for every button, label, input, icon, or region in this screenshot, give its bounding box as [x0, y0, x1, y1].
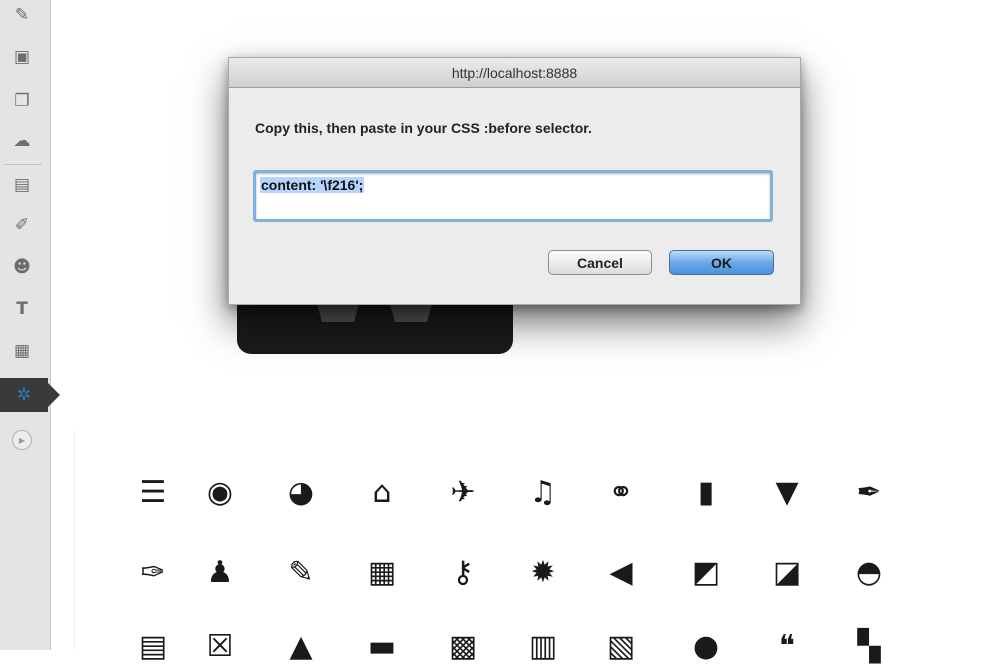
groups-icon[interactable]: ▚: [846, 626, 892, 668]
key-icon[interactable]: ⚷: [440, 552, 486, 594]
comment-icon[interactable]: ▼: [764, 472, 810, 514]
gear-icon[interactable]: ✹: [520, 552, 566, 594]
dashicon-grid: ☰ ◉ ◕ ⌂ ✈ ♫ ⚭ ▮ ▼ ✒ ✑ ♟ ✎ ▦ ⚷ ✹ ◀ ◩ ◪ ◓ ▤ ☒ ▲ ▬ ▩ ▥ ▧ ● ❝ ▚: [0, 0, 995, 662]
menu-icon[interactable]: ☰: [130, 472, 176, 514]
home-icon[interactable]: ⌂: [359, 472, 405, 514]
education-icon[interactable]: ▲: [278, 626, 324, 668]
chat-icon[interactable]: ●: [683, 626, 729, 668]
pin-icon[interactable]: ✈: [440, 472, 486, 514]
globe-icon[interactable]: ◉: [197, 472, 243, 514]
back-arrow-icon[interactable]: ◀: [598, 552, 644, 594]
dashboard-icon[interactable]: ◕: [278, 472, 324, 514]
link-icon[interactable]: ⚭: [598, 472, 644, 514]
table-icon[interactable]: ▤: [130, 626, 176, 668]
text-page-icon[interactable]: ▬: [359, 626, 405, 668]
visibility-icon[interactable]: ◓: [846, 552, 892, 594]
media-music-icon[interactable]: ♫: [520, 472, 566, 514]
image-icon[interactable]: ▩: [440, 626, 486, 668]
wrench-icon[interactable]: ✎: [278, 552, 324, 594]
plugin-icon[interactable]: ✑: [130, 552, 176, 594]
new-page-icon[interactable]: ◪: [764, 552, 810, 594]
user-icon[interactable]: ♟: [197, 552, 243, 594]
pages-icon[interactable]: ▮: [683, 472, 729, 514]
video-icon[interactable]: ▧: [598, 626, 644, 668]
quote-icon[interactable]: ❝: [764, 626, 810, 668]
brush-icon[interactable]: ✒: [846, 472, 892, 514]
dismiss-icon[interactable]: ☒: [197, 626, 243, 668]
settings-sliders-icon[interactable]: ▦: [359, 552, 405, 594]
edit-page-icon[interactable]: ◩: [683, 552, 729, 594]
chart-icon[interactable]: ▥: [520, 626, 566, 668]
